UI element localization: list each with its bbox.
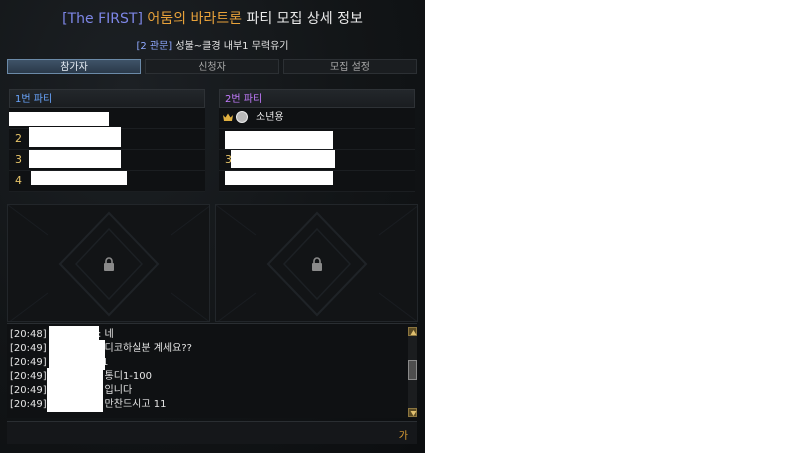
party-1-slot-3[interactable]: 3 [9, 150, 205, 171]
title-suffix: 파티 모집 상세 정보 [246, 11, 363, 27]
slot-number: 3 [15, 153, 22, 166]
redacted-name [225, 171, 333, 185]
locked-party-slot-3 [7, 204, 210, 322]
lock-icon [104, 257, 114, 271]
blank-background [425, 0, 800, 453]
scroll-track[interactable] [408, 336, 417, 408]
redacted-name [9, 112, 109, 126]
chat-message: : 입니다 [98, 385, 133, 396]
party-2-panel: 2번 파티 소년용 3 [219, 89, 415, 197]
scroll-up-button[interactable] [408, 327, 417, 336]
party-1-slot-2[interactable]: 2 [9, 127, 205, 150]
chat-message: : 만찬드시고 11 [98, 399, 167, 410]
chat-time: [20:49] [10, 399, 47, 410]
chat-message: : 디코하실분 계세요?? [98, 343, 192, 354]
tab-bar: 참가자 신청자 모집 설정 [7, 59, 417, 75]
title-raid-name: 어둠의 바라트론 [147, 11, 242, 27]
scroll-down-icon [410, 411, 417, 416]
party-2-slot-3[interactable]: 3 [219, 150, 415, 171]
party-1-header: 1번 파티 [9, 89, 205, 108]
party-2-header: 2번 파티 [219, 89, 415, 108]
party-2-slot-2[interactable] [219, 129, 415, 150]
crown-icon [223, 113, 233, 121]
party-2-slot-4[interactable] [219, 171, 415, 192]
slot-number: 4 [15, 174, 22, 187]
redacted-sender [49, 340, 105, 370]
tab-applicants[interactable]: 신청자 [145, 59, 279, 74]
redacted-name [29, 150, 121, 168]
redacted-sender [47, 368, 103, 412]
scroll-thumb[interactable] [408, 360, 417, 380]
tab-recruit-settings[interactable]: 모집 설정 [283, 59, 417, 74]
party-1-slot-4[interactable]: 4 [9, 171, 205, 192]
party-recruit-detail-window: [The FIRST] 어둠의 바라트론 파티 모집 상세 정보 [2 관문] … [0, 0, 425, 453]
chat-time: [20:48] [10, 329, 47, 340]
lock-icon [312, 257, 322, 271]
chat-time: [20:49] [10, 385, 47, 396]
chat-send-button[interactable]: 가 [399, 427, 408, 442]
window-title: [The FIRST] 어둠의 바라트론 파티 모집 상세 정보 [0, 8, 425, 28]
redacted-name [231, 150, 335, 168]
redacted-name [225, 131, 333, 149]
scroll-down-button[interactable] [408, 408, 417, 417]
chat-scrollbar[interactable] [408, 327, 417, 417]
party-1-slot-1[interactable] [9, 108, 205, 129]
slot-number: 2 [15, 132, 22, 145]
chat-time: [20:49] [10, 343, 47, 354]
chat-log[interactable]: [20:48] : 네 [20:49] : 디코하실분 계세요?? [20:49… [7, 323, 417, 418]
leader-name: 소년용 [256, 112, 284, 123]
subtitle-gate: [2 관문] [136, 41, 173, 52]
chat-input[interactable]: 가 [7, 421, 417, 444]
class-emblem-icon [236, 111, 248, 123]
chat-time: [20:49] [10, 371, 47, 382]
subtitle-description: 성불~클경 내부1 무력유기 [175, 41, 289, 52]
party-2-slot-1-leader[interactable]: 소년용 [219, 108, 415, 129]
tab-participants[interactable]: 참가자 [7, 59, 141, 74]
chat-time: [20:49] [10, 357, 47, 368]
redacted-name [29, 127, 121, 147]
scroll-up-icon [410, 330, 417, 335]
chat-message: : 통디1-100 [98, 371, 153, 382]
locked-party-slot-4 [215, 204, 418, 322]
title-guild-tag: [The FIRST] [62, 11, 143, 27]
party-1-panel: 1번 파티 2 3 4 [9, 89, 205, 197]
redacted-name [31, 171, 127, 185]
recruit-subtitle: [2 관문] 성불~클경 내부1 무력유기 [0, 37, 425, 52]
